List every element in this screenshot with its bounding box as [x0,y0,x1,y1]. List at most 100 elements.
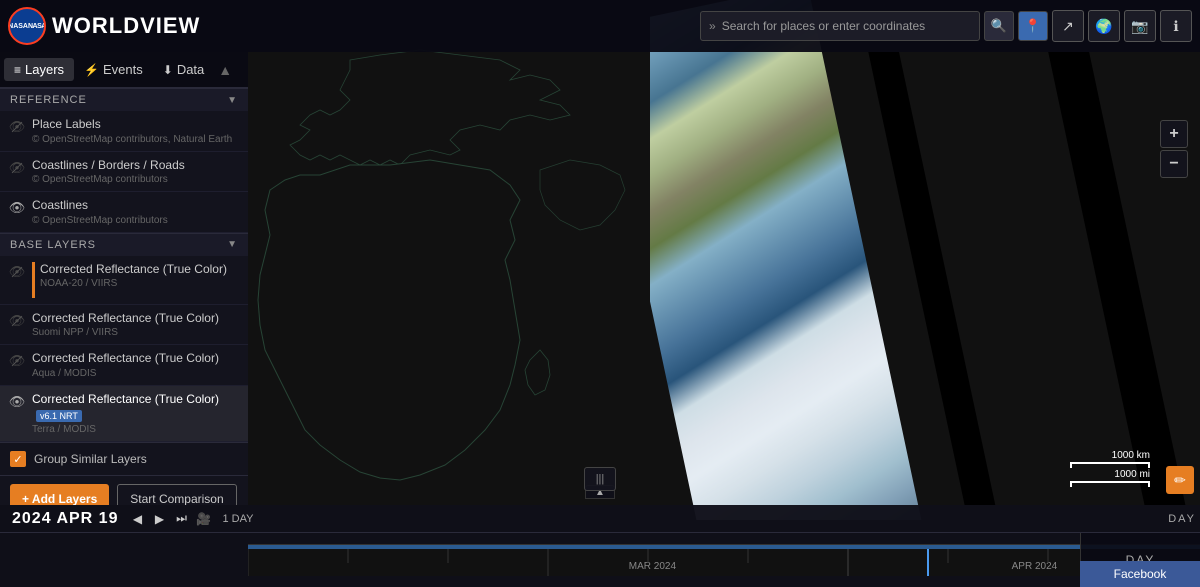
layer-item[interactable]: 👁 Place Labels © OpenStreetMap contribut… [0,111,248,152]
search-box[interactable]: » Search for places or enter coordinates [700,11,980,41]
layer-indicator [32,262,35,298]
layer-item[interactable]: 👁 Coastlines / Borders / Roads © OpenStr… [0,152,248,193]
timeline-bar-container: MAR 2024 APR 2024 DAY [0,533,1200,587]
tab-data[interactable]: ⬇ Data [153,58,215,81]
layer-text: Place Labels © OpenStreetMap contributor… [32,117,240,145]
layer-item[interactable]: 👁 Coastlines © OpenStreetMap contributor… [0,192,248,233]
facebook-button[interactable]: Facebook [1080,561,1200,587]
tab-data-label: Data [177,62,204,77]
sidebar-content: REFERENCE ▼ 👁 Place Labels © OpenStreetM… [0,88,248,505]
layer-visibility-icon[interactable]: 👁 [8,312,26,330]
scale-indicator: 1000 km 1000 mi [1070,450,1150,487]
timeline-track[interactable]: MAR 2024 APR 2024 [248,544,1200,576]
timeline-ticks-svg [248,549,1200,576]
drag-bars-icon: ||| [596,473,605,485]
layer-visibility-icon[interactable]: 👁 [8,352,26,370]
layer-text: Corrected Reflectance (True Color) v6.1 … [32,392,240,435]
layer-source: © OpenStreetMap contributors, Natural Ea… [32,134,240,145]
layer-source: © OpenStreetMap contributors [32,174,240,185]
layer-source: NOAA-20 / VIIRS [40,278,240,289]
data-icon: ⬇ [163,63,173,77]
layer-visibility-icon[interactable]: 👁 [8,118,26,136]
add-layers-button[interactable]: + Add Layers [10,484,109,505]
sidebar-nav: ≡ Layers ⚡ Events ⬇ Data ▲ [0,52,248,88]
layer-item[interactable]: 👁 Corrected Reflectance (True Color) v6.… [0,386,248,442]
timeline: 2024 APR 19 ◀ ▶ ⏭ 🎥 1 DAY DAY MAR 2024 A… [0,505,1200,587]
nav-expand-icon[interactable]: ▲ [218,62,232,78]
globe-button[interactable]: 🌍 [1088,10,1120,42]
nasa-label: NASA [8,23,28,30]
nasa-logo: NASA [8,7,46,45]
layer-name: Place Labels [32,117,240,133]
app-title: WORLDVIEW [52,13,200,39]
base-layers-section-header[interactable]: BASE LAYERS ▼ [0,233,248,256]
layer-name: Coastlines / Borders / Roads [32,158,240,174]
layer-text: Coastlines / Borders / Roads © OpenStree… [32,158,240,186]
scale-line-mi [1070,481,1150,487]
search-icon-button[interactable]: 🔍 [984,11,1014,41]
events-icon: ⚡ [84,63,99,77]
layer-item[interactable]: 👁 Corrected Reflectance (True Color) NOA… [0,256,248,305]
tab-layers[interactable]: ≡ Layers [4,58,74,81]
search-chevrons-icon: » [709,19,716,33]
prev-date-button[interactable]: ◀ [126,508,148,530]
reference-section-header[interactable]: REFERENCE ▼ [0,88,248,111]
camera-button[interactable]: 📷 [1124,10,1156,42]
base-layers-chevron-icon: ▼ [227,239,238,250]
layer-text: Coastlines © OpenStreetMap contributors [32,198,240,226]
app-title-text: WORLDVIEW [52,13,200,38]
layer-visibility-icon[interactable]: 👁 [8,159,26,177]
layer-item[interactable]: 👁 Corrected Reflectance (True Color) Aqu… [0,345,248,386]
search-area: » Search for places or enter coordinates… [700,10,1192,42]
layer-text: Corrected Reflectance (True Color) Aqua … [32,351,240,379]
day-interval-label: 1 DAY [222,513,253,525]
reference-label: REFERENCE [10,94,87,106]
group-layers-label: Group Similar Layers [34,452,147,466]
layer-text: Corrected Reflectance (True Color) Suomi… [32,311,240,339]
reference-chevron-icon: ▼ [227,95,238,106]
layer-name: Corrected Reflectance (True Color) [32,311,240,327]
layer-visibility-icon[interactable]: 👁 [8,393,26,411]
group-similar-layers[interactable]: ✓ Group Similar Layers [0,442,248,475]
layer-source: Aqua / MODIS [32,368,240,379]
timeline-controls: 2024 APR 19 ◀ ▶ ⏭ 🎥 1 DAY DAY [0,505,1200,533]
group-layers-checkbox[interactable]: ✓ [10,451,26,467]
scale-bar: 1000 km 1000 mi [1070,450,1150,487]
location-icon-button[interactable]: 📍 [1018,11,1048,41]
gap-strip-3 [1194,0,1200,520]
info-button[interactable]: ℹ [1160,10,1192,42]
camera-button[interactable]: 🎥 [192,508,214,530]
next-date-button[interactable]: ▶ [148,508,170,530]
tab-events[interactable]: ⚡ Events [74,58,153,81]
search-placeholder-text: Search for places or enter coordinates [722,19,971,33]
skip-end-button[interactable]: ⏭ [170,508,192,530]
drag-handle-icon[interactable]: ||| [584,467,616,491]
zoom-out-button[interactable]: − [1160,150,1188,178]
layer-visibility-icon[interactable]: 👁 [8,199,26,217]
zoom-in-button[interactable]: + [1160,120,1188,148]
edit-button[interactable]: ✏ [1166,466,1194,494]
layer-name: Corrected Reflectance (True Color) [40,262,240,278]
day-right-label: DAY [1168,513,1196,525]
layer-name: Corrected Reflectance (True Color) [32,351,240,367]
layer-badge: v6.1 NRT [36,410,82,422]
scale-km-label: 1000 km [1112,450,1150,461]
start-comparison-button[interactable]: Start Comparison [117,484,236,505]
tab-layers-label: Layers [25,62,64,77]
share-button[interactable]: ↗ [1052,10,1084,42]
layer-item[interactable]: 👁 Corrected Reflectance (True Color) Suo… [0,305,248,346]
satellite-imagery [650,0,1200,520]
facebook-label: Facebook [1114,567,1167,581]
zoom-controls: + − [1160,120,1188,178]
layers-icon: ≡ [14,63,21,77]
layer-name: Corrected Reflectance (True Color) v6.1 … [32,392,240,423]
app-header: NASA WORLDVIEW » Search for places or en… [0,0,1200,52]
gap-strip-2 [1029,0,1200,520]
layer-source: Terra / MODIS [32,424,240,435]
tab-events-label: Events [103,62,143,77]
layer-text: Corrected Reflectance (True Color) NOAA-… [40,262,240,290]
scale-line-km [1070,462,1150,468]
layer-visibility-icon[interactable]: 👁 [8,263,26,281]
sidebar-buttons: + Add Layers Start Comparison [0,475,248,505]
layer-source: © OpenStreetMap contributors [32,215,240,226]
